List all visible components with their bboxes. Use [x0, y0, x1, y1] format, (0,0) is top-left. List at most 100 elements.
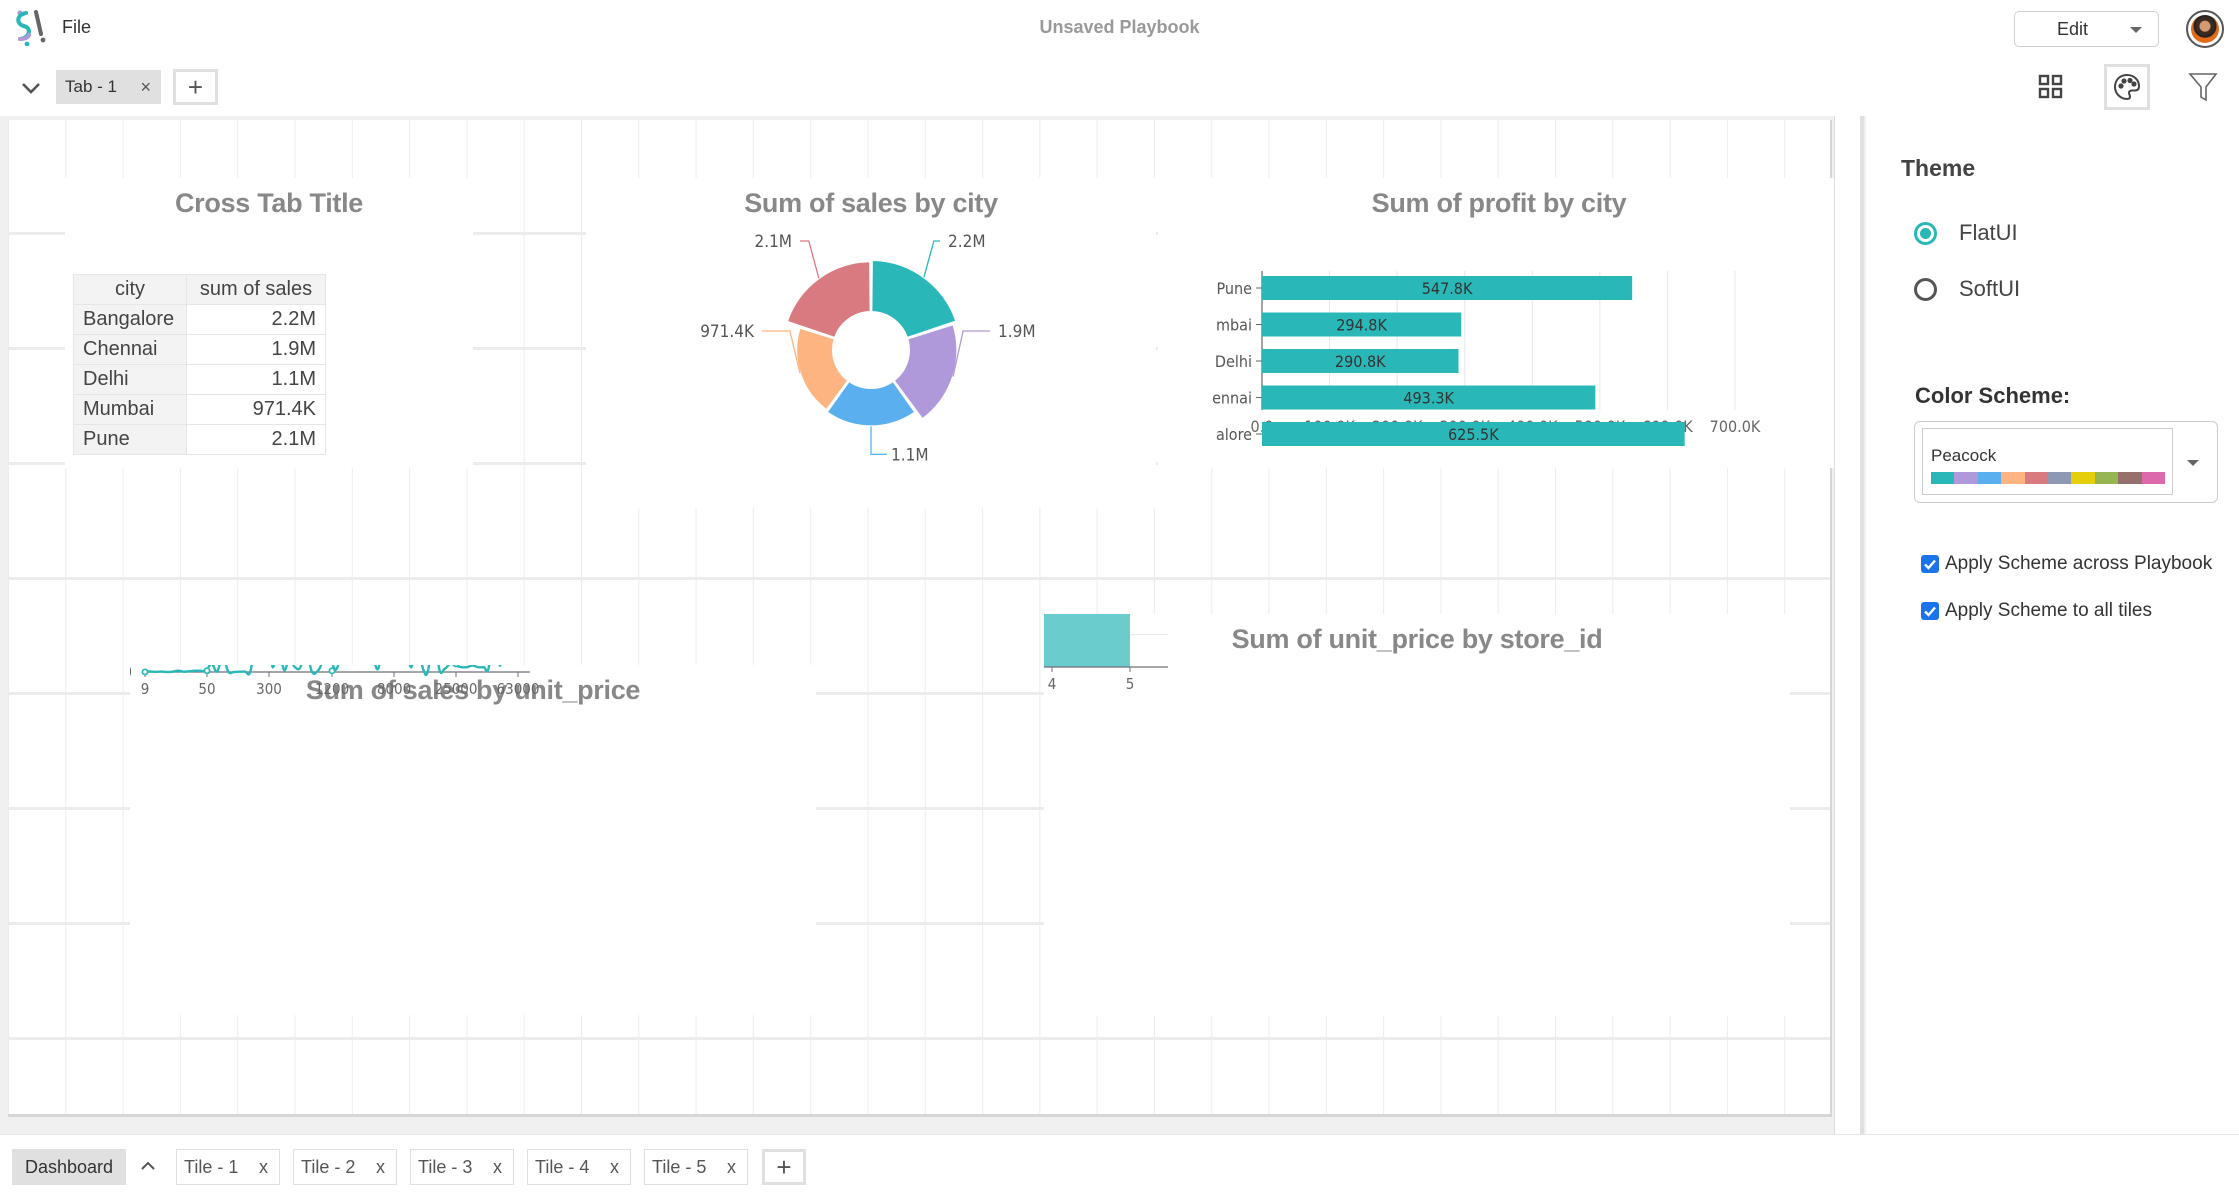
tile-crosstab[interactable]: Cross Tab Title city sum of sales Bangal… [65, 178, 473, 468]
line-x-tick-label: 300 [256, 680, 282, 698]
bar-category-label: alore [1216, 425, 1252, 444]
tile-bar-chart[interactable]: Sum of profit by city 0.0100.0K200.0K300… [1158, 178, 1840, 468]
checkbox-checked-icon[interactable] [1921, 602, 1939, 620]
color-swatch [2118, 472, 2142, 484]
bar-label-clip [1158, 268, 1211, 418]
close-icon[interactable]: x [610, 1157, 619, 1178]
tab-1[interactable]: Tab - 1 × [56, 70, 161, 104]
app-logo-icon[interactable] [14, 8, 50, 47]
line-point [328, 667, 336, 675]
donut-label-line [762, 330, 801, 374]
tile-line-chart[interactable]: Sum of sales by unit_price 0.0200.0K400.… [130, 665, 816, 1015]
line-x-tick-label: 50 [198, 680, 215, 698]
grid-layout-icon[interactable] [2028, 64, 2074, 110]
bar-category-label: ennai [1212, 389, 1252, 408]
close-icon[interactable]: x [259, 1157, 268, 1178]
area-x-tick-label: 5 [1126, 675, 1135, 693]
donut-data-label: 1.9M [998, 322, 1036, 342]
dashboard-canvas: Cross Tab Title city sum of sales Bangal… [0, 116, 1866, 1134]
tile-tab-4[interactable]: Tile - 4 x [527, 1149, 631, 1185]
radio-label: FlatUI [1959, 220, 2018, 245]
color-swatch [2048, 472, 2072, 484]
checkbox-checked-icon[interactable] [1921, 555, 1939, 573]
line-point [141, 668, 149, 676]
cell-city: Delhi [73, 364, 187, 395]
tab-label: Tab - 1 [65, 77, 117, 96]
mode-dropdown-label: Edit [2057, 18, 2089, 39]
tile-donut-chart[interactable]: Sum of sales by city 2.2M 1.9M 1.1M 971.4K 2… [586, 178, 1156, 508]
theme-option-softui[interactable]: SoftUI [1914, 276, 2020, 302]
line-point [203, 667, 211, 675]
donut-data-label: 2.1M [754, 232, 792, 252]
cell-city: Mumbai [73, 394, 187, 425]
close-icon[interactable]: x [493, 1157, 502, 1178]
close-icon[interactable]: x [376, 1157, 385, 1178]
area-x-tick-label: 4 [1048, 675, 1057, 693]
color-swatch [2024, 472, 2049, 484]
table-row: Bangalore 2.2M [73, 304, 326, 335]
tile-tab-label: Tile - 4 [535, 1156, 590, 1177]
chevron-up-icon[interactable] [137, 1155, 159, 1177]
line-x-tick-label: 9 [141, 680, 150, 698]
color-scheme-name: Peacock [1931, 446, 1997, 465]
palette-icon[interactable] [2104, 64, 2150, 110]
bar-category-label: mbai [1216, 316, 1252, 335]
table-row: Chennai 1.9M [73, 334, 326, 365]
color-swatch [1977, 472, 2002, 484]
bar-data-label: 625.5K [1448, 425, 1499, 444]
add-tab-button[interactable]: + [173, 69, 218, 105]
donut-data-label: 971.4K [700, 322, 755, 342]
donut-chart: 2.2M 1.9M 1.1M 971.4K 2.1M [700, 232, 1036, 465]
avatar-image [2191, 15, 2219, 43]
panel-divider[interactable] [1834, 116, 1864, 1134]
line-data-label: 234 [132, 665, 158, 666]
cell-sales: 1.1M [186, 364, 326, 395]
filter-icon[interactable] [2180, 64, 2226, 110]
mode-dropdown[interactable]: Edit [2014, 11, 2159, 47]
theme-title: Theme [1901, 155, 1976, 181]
close-icon[interactable]: × [140, 77, 151, 98]
color-swatch [2141, 472, 2166, 484]
radio-unselected-icon[interactable] [1914, 277, 1937, 301]
area-chart: 0.0300.0K600.0K900.0K1.2M1.5M1.8M11.4M21… [1044, 614, 1168, 693]
apply-scheme-playbook-checkbox[interactable]: Apply Scheme across Playbook [1921, 553, 2212, 575]
apply-scheme-tiles-checkbox[interactable]: Apply Scheme to all tiles [1921, 600, 2152, 622]
bar-data-label: 547.8K [1422, 279, 1473, 298]
theme-option-flatui[interactable]: FlatUI [1914, 220, 2018, 246]
radio-label: SoftUI [1959, 276, 2021, 301]
canvas-grid: Cross Tab Title city sum of sales Bangal… [8, 120, 1840, 1117]
bar-x-tick-label: 700.0K [1710, 417, 1761, 436]
tile-tab-5[interactable]: Tile - 5 x [644, 1149, 748, 1185]
file-menu[interactable]: File [62, 17, 91, 38]
line-point [452, 665, 460, 668]
tile-tab-2[interactable]: Tile - 2 x [293, 1149, 397, 1185]
line-x-tick-label: 1200 [315, 680, 349, 698]
cell-city: Bangalore [73, 304, 187, 335]
close-icon[interactable]: x [727, 1157, 736, 1178]
tab-row: Tab - 1 × + [0, 62, 2239, 116]
donut-data-label: 2.2M [948, 232, 986, 252]
color-scheme-dropdown[interactable]: Peacock [1914, 421, 2218, 503]
column-header-sum-of-sales[interactable]: sum of sales [186, 274, 326, 305]
playbook-title[interactable]: Unsaved Playbook [1039, 17, 1199, 37]
tile-area-chart[interactable]: Sum of unit_price by store_id 0.0300.0K6… [1044, 614, 1790, 1016]
table-row: Delhi 1.1M [73, 364, 326, 395]
donut-slice-pune [785, 260, 872, 339]
user-avatar[interactable] [2186, 10, 2224, 48]
line-y-tick-label: 0.0 [130, 665, 132, 681]
color-scheme-preview: Peacock [1922, 428, 2173, 495]
line-series [144, 665, 502, 677]
cell-sales: 2.2M [186, 304, 326, 335]
checkbox-label: Apply Scheme across Playbook [1945, 553, 2213, 574]
tile-tab-3[interactable]: Tile - 3 x [410, 1149, 514, 1185]
radio-selected-icon[interactable] [1914, 221, 1937, 245]
add-tile-button[interactable]: + [762, 1149, 806, 1185]
dashboard-tab[interactable]: Dashboard [12, 1149, 126, 1185]
cell-city: Pune [73, 424, 187, 455]
column-header-city[interactable]: city [73, 274, 187, 305]
bar-data-label: 294.8K [1336, 316, 1387, 335]
bar-category-label: Delhi [1215, 352, 1252, 371]
chevron-down-icon[interactable] [20, 80, 42, 96]
tile-tab-label: Tile - 2 [301, 1156, 356, 1177]
tile-tab-1[interactable]: Tile - 1 x [176, 1149, 280, 1185]
